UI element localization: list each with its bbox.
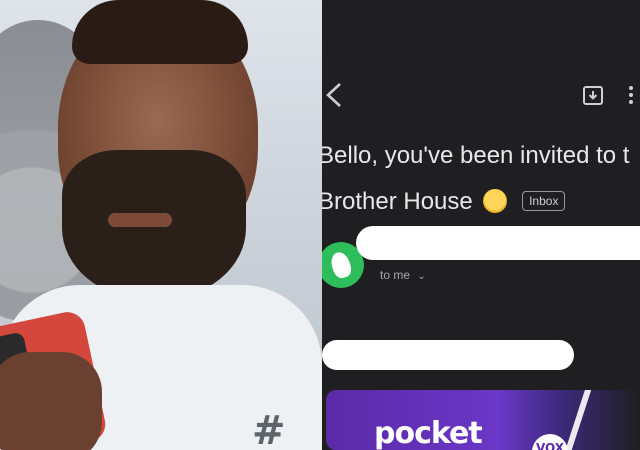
email-screenshot-panel: Bello, you've been invited to t Brother … <box>322 0 640 450</box>
more-icon[interactable] <box>624 84 638 106</box>
photo-panel: # <box>0 0 322 450</box>
redacted-body-bar <box>322 340 574 370</box>
man-hand <box>0 352 102 450</box>
archive-icon[interactable] <box>582 84 604 106</box>
recipient-text: to me <box>380 268 411 282</box>
back-arrow-icon[interactable] <box>324 80 346 110</box>
chevron-down-icon: ⌄ <box>417 271 426 282</box>
email-subject-line2: Brother House <box>322 188 473 215</box>
recipient-line[interactable]: to me ⌄ <box>380 268 426 282</box>
redacted-sender-bar <box>356 226 640 260</box>
emoji-icon <box>483 189 508 213</box>
inbox-label-badge[interactable]: Inbox <box>522 191 566 211</box>
man-hair <box>72 0 248 64</box>
promo-banner[interactable]: pocket VOX <box>326 390 640 450</box>
email-subject-line1: Bello, you've been invited to <box>322 142 617 169</box>
banner-badge: VOX <box>532 434 568 450</box>
shirt-hashtag-symbol: # <box>252 408 286 450</box>
banner-logo-text: pocket <box>374 416 483 450</box>
email-subject: Bello, you've been invited to t Brother … <box>322 133 640 225</box>
email-subject-line1-clipped: t <box>622 142 630 169</box>
banner-divider <box>561 390 593 450</box>
composite-screenshot: # Bello, you've been invited to t Brothe… <box>0 0 640 450</box>
man-mouth <box>108 213 172 227</box>
